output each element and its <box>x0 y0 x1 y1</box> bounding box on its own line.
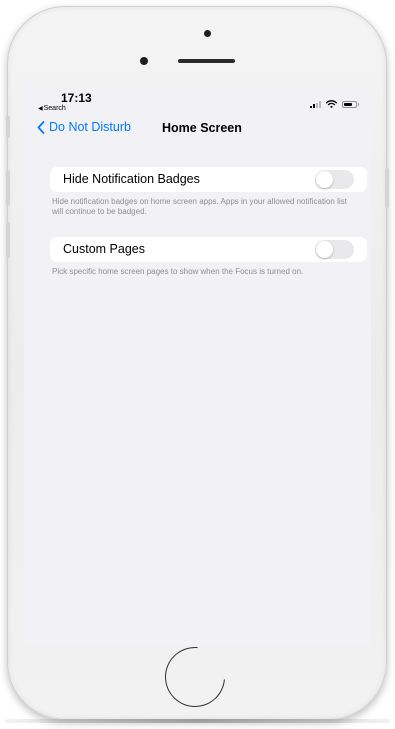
hide-notification-badges-row: Hide Notification Badges <box>50 167 367 192</box>
cellular-signal-icon <box>310 100 321 108</box>
battery-icon <box>342 100 359 108</box>
status-icons <box>310 100 359 108</box>
proximity-sensor <box>140 57 148 65</box>
navigation-bar: Do Not Disturb Home Screen <box>24 118 371 140</box>
back-triangle-icon: ◀ <box>38 106 43 112</box>
toggle-knob <box>316 171 333 188</box>
hide-notification-badges-toggle[interactable] <box>315 170 354 189</box>
screen: 17:13 ◀Search Do Not Disturb Home Screen… <box>24 86 371 646</box>
wifi-icon <box>326 100 337 108</box>
front-camera <box>204 30 211 37</box>
custom-pages-row: Custom Pages <box>50 237 367 262</box>
earpiece-speaker <box>178 59 235 63</box>
custom-pages-label: Custom Pages <box>63 242 145 256</box>
back-to-app-label: Search <box>43 105 66 112</box>
mute-switch <box>6 116 10 138</box>
volume-down-button <box>6 222 10 258</box>
chevron-left-icon <box>37 120 45 134</box>
hide-notification-badges-footnote: Hide notification badges on home screen … <box>52 197 347 216</box>
custom-pages-footnote: Pick specific home screen pages to show … <box>52 267 304 276</box>
toggle-knob <box>316 241 333 258</box>
back-button-label: Do Not Disturb <box>49 120 131 134</box>
status-bar: 17:13 ◀Search <box>24 86 371 116</box>
back-to-app-link[interactable]: ◀Search <box>38 105 66 112</box>
page-title: Home Screen <box>162 121 242 135</box>
volume-up-button <box>6 170 10 206</box>
hide-notification-badges-label: Hide Notification Badges <box>63 172 200 186</box>
phone-shadow <box>5 719 390 723</box>
custom-pages-toggle[interactable] <box>315 240 354 259</box>
status-time: 17:13 <box>61 91 92 105</box>
back-button[interactable]: Do Not Disturb <box>37 120 131 134</box>
power-button <box>385 168 389 208</box>
